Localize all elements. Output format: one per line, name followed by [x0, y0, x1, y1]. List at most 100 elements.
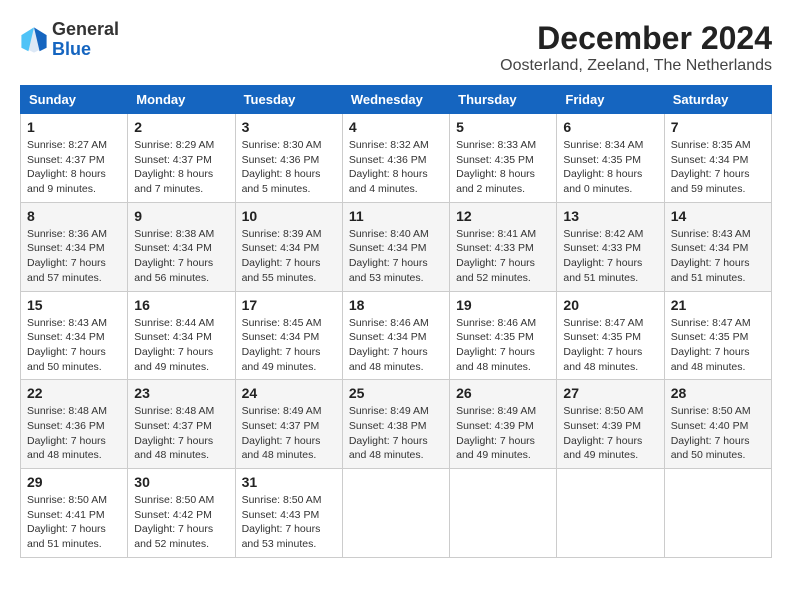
calendar-cell: 18 Sunrise: 8:46 AM Sunset: 4:34 PM Dayl… [342, 291, 449, 380]
day-number: 16 [134, 297, 228, 313]
day-info: Sunrise: 8:36 AM Sunset: 4:34 PM Dayligh… [27, 227, 121, 286]
calendar-cell: 24 Sunrise: 8:49 AM Sunset: 4:37 PM Dayl… [235, 380, 342, 469]
calendar-cell: 31 Sunrise: 8:50 AM Sunset: 4:43 PM Dayl… [235, 469, 342, 558]
day-number: 1 [27, 119, 121, 135]
day-number: 26 [456, 385, 550, 401]
day-number: 4 [349, 119, 443, 135]
day-number: 25 [349, 385, 443, 401]
day-info: Sunrise: 8:49 AM Sunset: 4:38 PM Dayligh… [349, 404, 443, 463]
day-number: 6 [563, 119, 657, 135]
day-number: 3 [242, 119, 336, 135]
month-title: December 2024 [500, 20, 772, 57]
calendar-cell [342, 469, 449, 558]
day-number: 10 [242, 208, 336, 224]
day-info: Sunrise: 8:43 AM Sunset: 4:34 PM Dayligh… [671, 227, 765, 286]
day-number: 30 [134, 474, 228, 490]
day-info: Sunrise: 8:48 AM Sunset: 4:36 PM Dayligh… [27, 404, 121, 463]
day-number: 15 [27, 297, 121, 313]
day-number: 21 [671, 297, 765, 313]
calendar-cell: 11 Sunrise: 8:40 AM Sunset: 4:34 PM Dayl… [342, 202, 449, 291]
calendar-cell: 28 Sunrise: 8:50 AM Sunset: 4:40 PM Dayl… [664, 380, 771, 469]
calendar-week-row: 15 Sunrise: 8:43 AM Sunset: 4:34 PM Dayl… [21, 291, 772, 380]
day-number: 20 [563, 297, 657, 313]
calendar-week-row: 8 Sunrise: 8:36 AM Sunset: 4:34 PM Dayli… [21, 202, 772, 291]
calendar-cell: 21 Sunrise: 8:47 AM Sunset: 4:35 PM Dayl… [664, 291, 771, 380]
day-info: Sunrise: 8:35 AM Sunset: 4:34 PM Dayligh… [671, 138, 765, 197]
calendar-cell: 23 Sunrise: 8:48 AM Sunset: 4:37 PM Dayl… [128, 380, 235, 469]
calendar-table: SundayMondayTuesdayWednesdayThursdayFrid… [20, 85, 772, 558]
calendar-cell: 6 Sunrise: 8:34 AM Sunset: 4:35 PM Dayli… [557, 114, 664, 203]
day-number: 31 [242, 474, 336, 490]
calendar-cell: 19 Sunrise: 8:46 AM Sunset: 4:35 PM Dayl… [450, 291, 557, 380]
day-number: 7 [671, 119, 765, 135]
page-header: General Blue December 2024 Oosterland, Z… [20, 20, 772, 75]
day-number: 2 [134, 119, 228, 135]
calendar-cell: 3 Sunrise: 8:30 AM Sunset: 4:36 PM Dayli… [235, 114, 342, 203]
calendar-cell: 10 Sunrise: 8:39 AM Sunset: 4:34 PM Dayl… [235, 202, 342, 291]
calendar-week-row: 1 Sunrise: 8:27 AM Sunset: 4:37 PM Dayli… [21, 114, 772, 203]
calendar-cell: 8 Sunrise: 8:36 AM Sunset: 4:34 PM Dayli… [21, 202, 128, 291]
day-info: Sunrise: 8:38 AM Sunset: 4:34 PM Dayligh… [134, 227, 228, 286]
day-number: 14 [671, 208, 765, 224]
day-info: Sunrise: 8:32 AM Sunset: 4:36 PM Dayligh… [349, 138, 443, 197]
day-number: 23 [134, 385, 228, 401]
day-of-week-header: Thursday [450, 86, 557, 114]
calendar-cell: 22 Sunrise: 8:48 AM Sunset: 4:36 PM Dayl… [21, 380, 128, 469]
calendar-cell: 5 Sunrise: 8:33 AM Sunset: 4:35 PM Dayli… [450, 114, 557, 203]
calendar-cell: 2 Sunrise: 8:29 AM Sunset: 4:37 PM Dayli… [128, 114, 235, 203]
day-info: Sunrise: 8:44 AM Sunset: 4:34 PM Dayligh… [134, 316, 228, 375]
day-info: Sunrise: 8:50 AM Sunset: 4:40 PM Dayligh… [671, 404, 765, 463]
calendar-cell: 29 Sunrise: 8:50 AM Sunset: 4:41 PM Dayl… [21, 469, 128, 558]
calendar-cell: 16 Sunrise: 8:44 AM Sunset: 4:34 PM Dayl… [128, 291, 235, 380]
day-of-week-header: Monday [128, 86, 235, 114]
day-info: Sunrise: 8:49 AM Sunset: 4:39 PM Dayligh… [456, 404, 550, 463]
calendar-cell: 12 Sunrise: 8:41 AM Sunset: 4:33 PM Dayl… [450, 202, 557, 291]
day-info: Sunrise: 8:30 AM Sunset: 4:36 PM Dayligh… [242, 138, 336, 197]
day-number: 11 [349, 208, 443, 224]
day-of-week-header: Sunday [21, 86, 128, 114]
calendar-cell: 15 Sunrise: 8:43 AM Sunset: 4:34 PM Dayl… [21, 291, 128, 380]
day-info: Sunrise: 8:50 AM Sunset: 4:43 PM Dayligh… [242, 493, 336, 552]
calendar-cell: 13 Sunrise: 8:42 AM Sunset: 4:33 PM Dayl… [557, 202, 664, 291]
location: Oosterland, Zeeland, The Netherlands [500, 57, 772, 75]
day-info: Sunrise: 8:50 AM Sunset: 4:42 PM Dayligh… [134, 493, 228, 552]
day-info: Sunrise: 8:50 AM Sunset: 4:39 PM Dayligh… [563, 404, 657, 463]
logo: General Blue [20, 20, 119, 60]
day-of-week-header: Wednesday [342, 86, 449, 114]
day-info: Sunrise: 8:39 AM Sunset: 4:34 PM Dayligh… [242, 227, 336, 286]
calendar-cell: 7 Sunrise: 8:35 AM Sunset: 4:34 PM Dayli… [664, 114, 771, 203]
calendar-cell: 17 Sunrise: 8:45 AM Sunset: 4:34 PM Dayl… [235, 291, 342, 380]
logo-icon [20, 26, 48, 54]
calendar-cell [450, 469, 557, 558]
day-number: 29 [27, 474, 121, 490]
day-info: Sunrise: 8:40 AM Sunset: 4:34 PM Dayligh… [349, 227, 443, 286]
day-info: Sunrise: 8:34 AM Sunset: 4:35 PM Dayligh… [563, 138, 657, 197]
day-of-week-header: Tuesday [235, 86, 342, 114]
day-info: Sunrise: 8:46 AM Sunset: 4:34 PM Dayligh… [349, 316, 443, 375]
calendar-cell: 9 Sunrise: 8:38 AM Sunset: 4:34 PM Dayli… [128, 202, 235, 291]
day-number: 22 [27, 385, 121, 401]
day-info: Sunrise: 8:27 AM Sunset: 4:37 PM Dayligh… [27, 138, 121, 197]
day-number: 8 [27, 208, 121, 224]
day-info: Sunrise: 8:42 AM Sunset: 4:33 PM Dayligh… [563, 227, 657, 286]
day-number: 28 [671, 385, 765, 401]
logo-blue-text: Blue [52, 39, 91, 59]
calendar-cell: 30 Sunrise: 8:50 AM Sunset: 4:42 PM Dayl… [128, 469, 235, 558]
day-info: Sunrise: 8:41 AM Sunset: 4:33 PM Dayligh… [456, 227, 550, 286]
calendar-cell: 25 Sunrise: 8:49 AM Sunset: 4:38 PM Dayl… [342, 380, 449, 469]
calendar-week-row: 22 Sunrise: 8:48 AM Sunset: 4:36 PM Dayl… [21, 380, 772, 469]
calendar-cell: 1 Sunrise: 8:27 AM Sunset: 4:37 PM Dayli… [21, 114, 128, 203]
calendar-cell [557, 469, 664, 558]
day-info: Sunrise: 8:47 AM Sunset: 4:35 PM Dayligh… [671, 316, 765, 375]
title-block: December 2024 Oosterland, Zeeland, The N… [500, 20, 772, 75]
calendar-week-row: 29 Sunrise: 8:50 AM Sunset: 4:41 PM Dayl… [21, 469, 772, 558]
day-info: Sunrise: 8:48 AM Sunset: 4:37 PM Dayligh… [134, 404, 228, 463]
calendar-cell: 20 Sunrise: 8:47 AM Sunset: 4:35 PM Dayl… [557, 291, 664, 380]
day-of-week-header: Friday [557, 86, 664, 114]
day-of-week-header: Saturday [664, 86, 771, 114]
day-number: 5 [456, 119, 550, 135]
day-number: 18 [349, 297, 443, 313]
calendar-cell [664, 469, 771, 558]
day-info: Sunrise: 8:43 AM Sunset: 4:34 PM Dayligh… [27, 316, 121, 375]
day-number: 24 [242, 385, 336, 401]
